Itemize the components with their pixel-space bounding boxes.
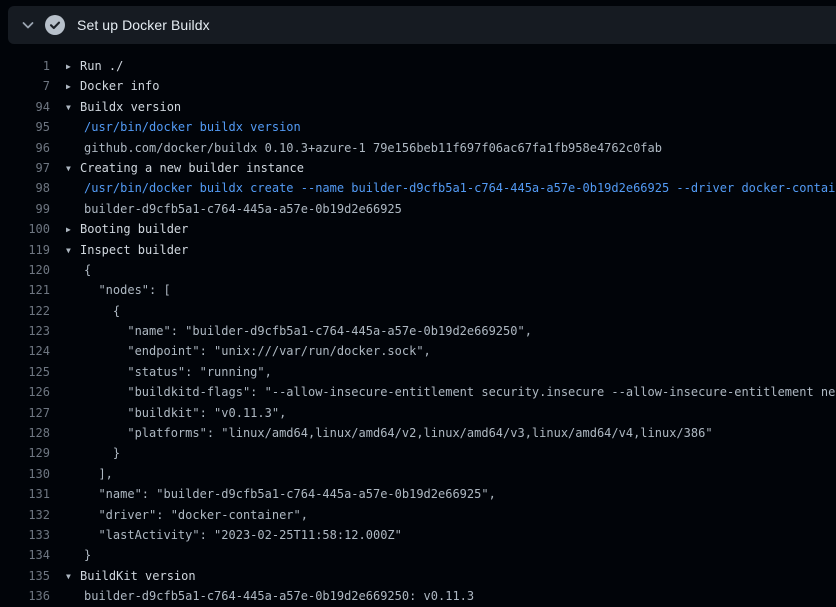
- line-number[interactable]: 129: [0, 443, 50, 463]
- line-number[interactable]: 1: [0, 56, 50, 76]
- collapsed-arrow-icon: ▶: [66, 77, 80, 97]
- log-line: 130 ],: [0, 464, 836, 484]
- output-text: "buildkit": "v0.11.3",: [50, 403, 286, 423]
- group-title: BuildKit version: [80, 569, 196, 583]
- line-number[interactable]: 119: [0, 240, 50, 260]
- log-group-line[interactable]: 94 ▼Buildx version: [0, 97, 836, 117]
- line-number[interactable]: 120: [0, 260, 50, 280]
- output-text: github.com/docker/buildx 0.10.3+azure-1 …: [50, 138, 662, 158]
- line-number[interactable]: 135: [0, 566, 50, 586]
- log-line: 133 "lastActivity": "2023-02-25T11:58:12…: [0, 525, 836, 545]
- log-lines-container: 1▶Run ./7▶Docker info94▼Buildx version95…: [0, 56, 836, 607]
- line-number[interactable]: 126: [0, 382, 50, 402]
- output-text: "name": "builder-d9cfb5a1-c764-445a-a57e…: [50, 484, 496, 504]
- group-title: Buildx version: [80, 100, 181, 114]
- output-text: "lastActivity": "2023-02-25T11:58:12.000…: [50, 525, 402, 545]
- line-number[interactable]: 128: [0, 423, 50, 443]
- log-line: 129 }: [0, 443, 836, 463]
- output-text: builder-d9cfb5a1-c764-445a-a57e-0b19d2e6…: [50, 199, 402, 219]
- line-number[interactable]: 125: [0, 362, 50, 382]
- chevron-down-icon: [20, 17, 36, 33]
- expanded-arrow-icon: ▼: [66, 98, 80, 118]
- line-number[interactable]: 94: [0, 97, 50, 117]
- output-text: "endpoint": "unix:///var/run/docker.sock…: [50, 341, 431, 361]
- output-text: }: [50, 443, 120, 463]
- output-text: {: [50, 260, 91, 280]
- line-number[interactable]: 124: [0, 341, 50, 361]
- group-title: Creating a new builder instance: [80, 161, 304, 175]
- expanded-arrow-icon: ▼: [66, 159, 80, 179]
- log-line: 126 "buildkitd-flags": "--allow-insecure…: [0, 382, 836, 402]
- check-circle-icon: [45, 15, 65, 35]
- line-number[interactable]: 136: [0, 586, 50, 606]
- log-line: 125 "status": "running",: [0, 362, 836, 382]
- log-line: 127 "buildkit": "v0.11.3",: [0, 403, 836, 423]
- line-number[interactable]: 100: [0, 219, 50, 239]
- group-title: Run ./: [80, 59, 123, 73]
- log-line: 134}: [0, 545, 836, 565]
- log-line: 95/usr/bin/docker buildx version: [0, 117, 836, 137]
- line-number[interactable]: 98: [0, 178, 50, 198]
- log-group-line[interactable]: 135 ▼BuildKit version: [0, 566, 836, 586]
- expanded-arrow-icon: ▼: [66, 567, 80, 587]
- log-line: 98/usr/bin/docker buildx create --name b…: [0, 178, 836, 198]
- log-line: 128 "platforms": "linux/amd64,linux/amd6…: [0, 423, 836, 443]
- line-number[interactable]: 127: [0, 403, 50, 423]
- collapsed-arrow-icon: ▶: [66, 220, 80, 240]
- line-number[interactable]: 121: [0, 280, 50, 300]
- log-group-line[interactable]: 1 ▶Run ./: [0, 56, 836, 76]
- log-group-line[interactable]: 97 ▼Creating a new builder instance: [0, 158, 836, 178]
- line-number[interactable]: 99: [0, 199, 50, 219]
- command-text: /usr/bin/docker buildx version: [50, 117, 301, 137]
- log-line: 99builder-d9cfb5a1-c764-445a-a57e-0b19d2…: [0, 199, 836, 219]
- line-number[interactable]: 131: [0, 484, 50, 504]
- line-number[interactable]: 132: [0, 505, 50, 525]
- log-line: 123 "name": "builder-d9cfb5a1-c764-445a-…: [0, 321, 836, 341]
- log-line: 121 "nodes": [: [0, 280, 836, 300]
- output-text: {: [50, 301, 120, 321]
- log-group-line[interactable]: 119 ▼Inspect builder: [0, 240, 836, 260]
- output-text: "nodes": [: [50, 280, 171, 300]
- log-line: 136builder-d9cfb5a1-c764-445a-a57e-0b19d…: [0, 586, 836, 606]
- line-number[interactable]: 7: [0, 76, 50, 96]
- line-number[interactable]: 123: [0, 321, 50, 341]
- log-line: 120{: [0, 260, 836, 280]
- output-text: "buildkitd-flags": "--allow-insecure-ent…: [50, 382, 836, 402]
- log-line: 122 {: [0, 301, 836, 321]
- step-header[interactable]: Set up Docker Buildx: [8, 6, 836, 44]
- output-text: builder-d9cfb5a1-c764-445a-a57e-0b19d2e6…: [50, 586, 474, 606]
- output-text: "driver": "docker-container",: [50, 505, 308, 525]
- output-text: }: [50, 545, 91, 565]
- collapsed-arrow-icon: ▶: [66, 57, 80, 77]
- group-title: Docker info: [80, 79, 159, 93]
- step-title: Set up Docker Buildx: [77, 17, 210, 33]
- line-number[interactable]: 95: [0, 117, 50, 137]
- log-line: 96github.com/docker/buildx 0.10.3+azure-…: [0, 138, 836, 158]
- log-group-line[interactable]: 7 ▶Docker info: [0, 76, 836, 96]
- log-group-line[interactable]: 100 ▶Booting builder: [0, 219, 836, 239]
- line-number[interactable]: 130: [0, 464, 50, 484]
- group-title: Booting builder: [80, 222, 188, 236]
- output-text: "platforms": "linux/amd64,linux/amd64/v2…: [50, 423, 713, 443]
- line-number[interactable]: 97: [0, 158, 50, 178]
- log-line: 124 "endpoint": "unix:///var/run/docker.…: [0, 341, 836, 361]
- line-number[interactable]: 133: [0, 525, 50, 545]
- line-number[interactable]: 134: [0, 545, 50, 565]
- line-number[interactable]: 96: [0, 138, 50, 158]
- log-line: 131 "name": "builder-d9cfb5a1-c764-445a-…: [0, 484, 836, 504]
- expanded-arrow-icon: ▼: [66, 241, 80, 261]
- output-text: "status": "running",: [50, 362, 272, 382]
- line-number[interactable]: 122: [0, 301, 50, 321]
- log-line: 132 "driver": "docker-container",: [0, 505, 836, 525]
- group-title: Inspect builder: [80, 243, 188, 257]
- output-text: "name": "builder-d9cfb5a1-c764-445a-a57e…: [50, 321, 532, 341]
- output-text: ],: [50, 464, 113, 484]
- command-text: /usr/bin/docker buildx create --name bui…: [50, 178, 836, 198]
